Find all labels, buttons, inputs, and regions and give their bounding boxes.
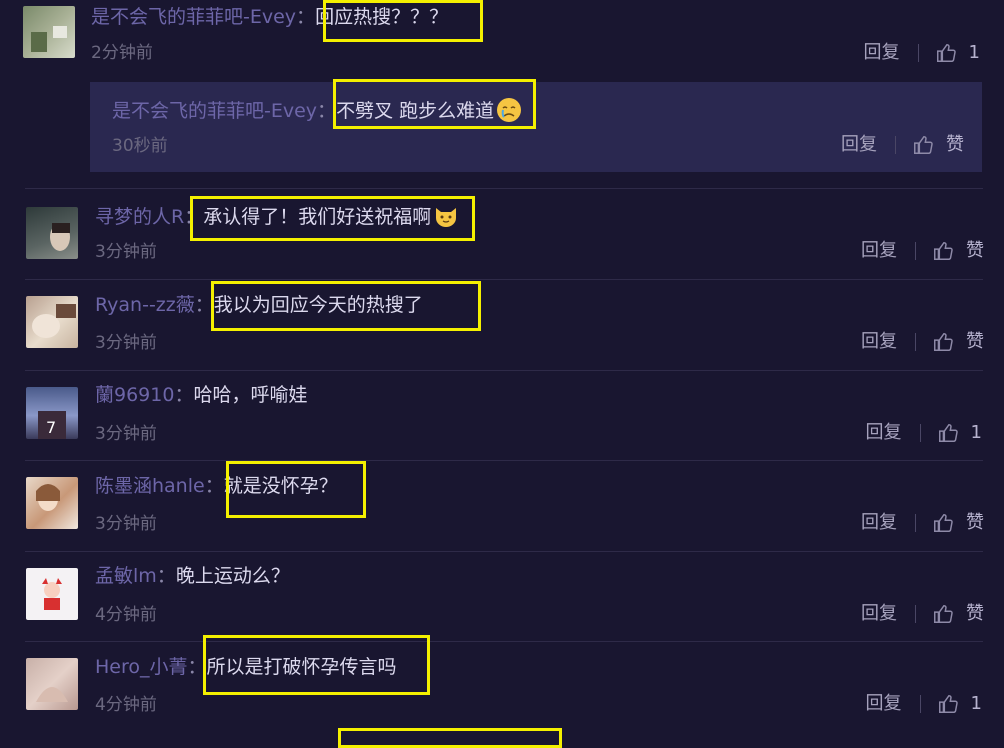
reply-button[interactable]: 回复 [866,421,902,445]
comment-actions: 回复 赞 [841,133,964,157]
comment-actions: 回复 赞 [861,239,984,263]
reply-button[interactable]: 回复 [861,511,897,535]
comment-actions: 回复 1 [866,692,982,716]
username[interactable]: 蘭96910 [95,384,174,406]
action-divider [915,605,916,623]
thumbs-up-icon[interactable] [912,134,934,156]
comment-actions: 回复 赞 [861,511,984,535]
timestamp: 3分钟前 [95,424,157,444]
svg-text:7: 7 [46,418,56,437]
highlight-box [190,196,475,241]
timestamp: 4分钟前 [95,605,157,625]
avatar[interactable] [26,207,78,259]
separator-colon: ： [174,384,194,406]
avatar[interactable] [26,296,78,348]
avatar-image [42,578,62,610]
timestamp: 3分钟前 [95,242,157,262]
thumbs-up-icon[interactable] [932,603,954,625]
thumbs-up-icon[interactable] [937,693,959,715]
reply-thread: 是不会飞的菲菲吧-Evey：不劈叉 跑步么难道 30秒前 回复 赞 [90,82,982,172]
comment-item: 是不会飞的菲菲吧-Evey：回应热搜？？？ 2分钟前 回复 1 [0,0,1004,75]
reply-button[interactable]: 回复 [866,692,902,716]
reply-button[interactable]: 回复 [861,330,897,354]
like-label: 赞 [966,603,984,624]
like-label: 赞 [966,512,984,533]
username[interactable]: 孟敏lm [95,565,157,587]
comment-item: 7 蘭96910：哈哈，呼喻娃 3分钟前 回复 1 [0,371,1004,461]
comment-text: 孟敏lm：晚上运动么？ [95,564,290,588]
highlight-box [226,461,366,518]
timestamp: 4分钟前 [95,695,157,715]
username[interactable]: 是不会飞的菲菲吧-Evey [112,100,317,122]
comment-actions: 回复 1 [864,41,980,65]
comment-content: 哈哈，呼喻娃 [193,384,308,406]
timestamp: 3分钟前 [95,333,157,353]
action-divider [917,44,919,62]
action-divider [919,424,921,442]
like-count: 1 [970,693,982,714]
separator-colon: ： [204,475,224,497]
comment-item: 陈墨涵hanle：就是没怀孕？ 3分钟前 回复 赞 [0,461,1004,551]
avatar-image [36,484,60,511]
comment-item: 寻梦的人R：承认得了！我们好送祝福啊 3分钟前 回复 赞 [0,189,1004,279]
avatar-image: 7 [38,411,66,439]
reply-button[interactable]: 回复 [861,602,897,626]
comment-actions: 回复 赞 [861,602,984,626]
timestamp: 2分钟前 [91,43,153,63]
avatar-image [50,223,70,251]
highlight-box [338,728,562,748]
thumbs-up-icon[interactable] [932,240,954,262]
comment-content: 晚上运动么？ [175,565,290,587]
separator-colon: ： [156,565,176,587]
highlight-box [211,281,481,331]
like-label: 赞 [946,134,964,155]
username[interactable]: 陈墨涵hanle [95,475,205,497]
username[interactable]: Ryan--zz薇 [95,294,195,316]
username[interactable]: 是不会飞的菲菲吧-Evey [91,6,296,28]
reply-button[interactable]: 回复 [841,133,877,157]
like-count: 1 [968,42,980,63]
highlight-box [203,635,430,695]
comment-actions: 回复 赞 [861,330,984,354]
comment-item: Ryan--zz薇：我以为回应今天的热搜了 3分钟前 回复 赞 [0,280,1004,370]
thumbs-up-icon[interactable] [932,512,954,534]
reply-button[interactable]: 回复 [864,41,900,65]
avatar[interactable] [26,658,78,710]
action-divider [915,242,916,260]
action-divider [895,136,896,154]
timestamp: 3分钟前 [95,514,157,534]
reply-button[interactable]: 回复 [861,239,897,263]
thumbs-up-icon[interactable] [937,422,959,444]
comment-item: Hero_小菁：所以是打破怀孕传言吗 4分钟前 回复 1 [0,642,1004,736]
thumbs-up-icon[interactable] [932,331,954,353]
avatar-image [36,687,68,702]
action-divider [915,333,916,351]
separator-colon: ： [296,6,316,28]
username[interactable]: 寻梦的人R [95,206,184,228]
comment-text: 蘭96910：哈哈，呼喻娃 [95,383,307,407]
like-count: 1 [970,422,982,443]
avatar[interactable] [23,6,75,58]
action-divider [919,695,921,713]
avatar[interactable] [26,568,78,620]
timestamp: 30秒前 [112,136,168,156]
comment-actions: 回复 1 [866,421,982,445]
username[interactable]: Hero_小菁 [95,656,188,678]
avatar[interactable] [26,477,78,529]
like-label: 赞 [966,240,984,261]
avatar-image [31,26,67,52]
avatar[interactable]: 7 [26,387,78,439]
thumbs-up-icon[interactable] [935,42,957,64]
action-divider [915,514,916,532]
comment-item: 孟敏lm：晚上运动么？ 4分钟前 回复 赞 [0,552,1004,642]
highlight-box [323,0,483,42]
like-label: 赞 [966,331,984,352]
avatar-image [32,304,76,338]
highlight-box [333,79,536,129]
